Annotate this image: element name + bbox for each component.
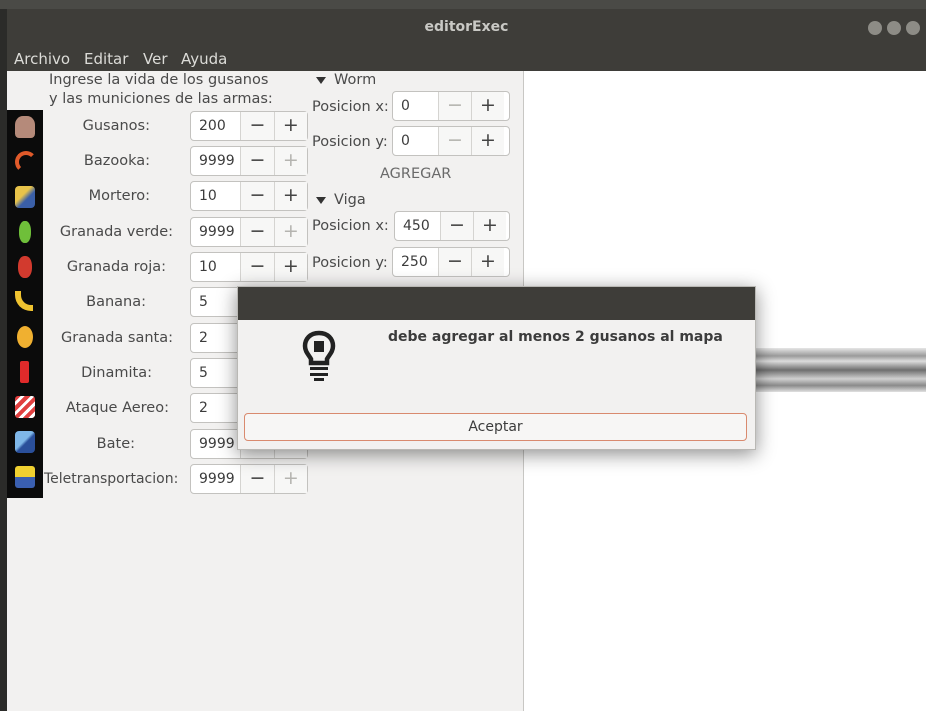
window-titlebar[interactable]: editorExec (7, 9, 926, 47)
menu-ayuda[interactable]: Ayuda (181, 50, 227, 68)
weapon-label: Ataque Aereo: (65, 400, 169, 416)
weapon-label: Banana: (86, 294, 146, 310)
worm-pos-x-spinner: 0 − + (392, 91, 510, 121)
viga-pos-x-label: Posicion x: (312, 218, 389, 234)
close-icon[interactable] (906, 21, 920, 35)
mortero-spinner: 10 − + (190, 181, 308, 211)
mortero-value[interactable]: 10 (191, 182, 240, 210)
worm-expander-icon[interactable] (316, 77, 326, 84)
minimize-icon[interactable] (868, 21, 882, 35)
granada-roja-plus-button[interactable]: + (273, 253, 307, 281)
message-dialog: debe agregar al menos 2 gusanos al mapa … (237, 286, 756, 450)
granada-verde-value[interactable]: 9999 (191, 218, 240, 246)
viga-pos-y-plus-button[interactable]: + (471, 248, 504, 276)
weapon-label: Gusanos: (82, 118, 150, 134)
gusanos-plus-button[interactable]: + (273, 112, 307, 140)
viga-pos-y-label: Posicion y: (312, 255, 388, 271)
gusanos-value[interactable]: 200 (191, 112, 240, 140)
granada-verde-plus-button: + (273, 218, 307, 246)
mortero-minus-button[interactable]: − (240, 182, 274, 210)
menu-ver[interactable]: Ver (143, 50, 168, 68)
lightbulb-icon (302, 330, 336, 381)
viga-pos-x-value[interactable]: 450 (395, 212, 440, 240)
worm-pos-x-plus-button[interactable]: + (471, 92, 504, 120)
intro-line-1: Ingrese la vida de los gusanos (49, 72, 269, 88)
agregar-button[interactable]: AGREGAR (380, 166, 451, 182)
teletransportacion-plus-button: + (273, 465, 307, 493)
worm-pos-x-value[interactable]: 0 (393, 92, 438, 120)
window-title: editorExec (424, 19, 509, 35)
bazooka-value[interactable]: 9999 (191, 147, 240, 175)
granada-roja-minus-button[interactable]: − (240, 253, 274, 281)
intro-line-2: y las municiones de las armas: (49, 91, 273, 107)
accept-button[interactable]: Aceptar (244, 413, 747, 441)
menu-bar: Archivo Editar Ver Ayuda (7, 47, 926, 71)
viga-pos-y-spinner: 250 − + (392, 247, 510, 277)
worm-pos-x-label: Posicion x: (312, 99, 389, 115)
weapon-label: Dinamita: (81, 365, 152, 381)
worm-section-header[interactable]: Worm (334, 72, 376, 88)
ataque-aereo-value[interactable]: 2 (191, 394, 240, 422)
menu-editar[interactable]: Editar (84, 50, 128, 68)
bazooka-spinner: 9999 − + (190, 146, 308, 176)
gusanos-spinner: 200 − + (190, 111, 308, 141)
worm-pos-y-label: Posicion y: (312, 134, 388, 150)
red-grenade-icon (18, 256, 32, 278)
teletransportacion-minus-button[interactable]: − (240, 465, 274, 493)
granada-santa-value[interactable]: 2 (191, 324, 240, 352)
teletransportacion-value[interactable]: 9999 (191, 465, 240, 493)
weapon-label: Granada roja: (66, 259, 166, 275)
gusanos-minus-button[interactable]: − (240, 112, 274, 140)
teleport-icon (15, 466, 35, 488)
granada-verde-minus-button[interactable]: − (240, 218, 274, 246)
teletransportacion-spinner: 9999 − + (190, 464, 308, 494)
worm-pos-x-minus-button: − (438, 92, 471, 120)
weapon-label: Bate: (96, 436, 135, 452)
worm-icon (15, 116, 35, 138)
banana-icon (15, 291, 33, 311)
viga-pos-x-minus-button[interactable]: − (440, 212, 473, 240)
granada-roja-spinner: 10 − + (190, 252, 308, 282)
beam-girder[interactable] (754, 348, 926, 392)
maximize-icon[interactable] (887, 21, 901, 35)
banana-value[interactable]: 5 (191, 288, 240, 316)
weapon-label: Teletransportacion: (44, 471, 179, 487)
worm-pos-y-plus-button[interactable]: + (471, 127, 504, 155)
worm-pos-y-spinner: 0 − + (392, 126, 510, 156)
weapon-icon-strip (7, 110, 43, 498)
weapon-label: Mortero: (88, 188, 150, 204)
dialog-titlebar[interactable] (238, 287, 755, 320)
weapon-label: Bazooka: (83, 153, 150, 169)
viga-pos-y-value[interactable]: 250 (393, 248, 438, 276)
mortero-plus-button[interactable]: + (273, 182, 307, 210)
weapon-label: Granada santa: (61, 330, 173, 346)
baseball-bat-icon (15, 431, 35, 453)
green-grenade-icon (19, 221, 31, 243)
worm-pos-y-value[interactable]: 0 (393, 127, 438, 155)
viga-pos-x-spinner: 450 − + (394, 211, 510, 241)
mortar-icon (15, 186, 35, 208)
viga-pos-y-minus-button[interactable]: − (438, 248, 471, 276)
bate-value[interactable]: 9999 (191, 430, 240, 458)
bazooka-minus-button[interactable]: − (240, 147, 274, 175)
viga-pos-x-plus-button[interactable]: + (473, 212, 506, 240)
weapon-label: Granada verde: (59, 224, 173, 240)
viga-expander-icon[interactable] (316, 197, 326, 204)
worm-pos-y-minus-button: − (438, 127, 471, 155)
menu-archivo[interactable]: Archivo (14, 50, 70, 68)
bazooka-icon (15, 151, 37, 173)
dinamita-value[interactable]: 5 (191, 359, 240, 387)
bazooka-plus-button: + (273, 147, 307, 175)
dynamite-icon (20, 361, 29, 383)
air-strike-icon (15, 396, 35, 418)
viga-section-header[interactable]: Viga (334, 192, 366, 208)
dialog-message: debe agregar al menos 2 gusanos al mapa (388, 329, 723, 345)
desktop-top-strip (0, 0, 926, 9)
granada-verde-spinner: 9999 − + (190, 217, 308, 247)
holy-grenade-icon (17, 326, 33, 348)
granada-roja-value[interactable]: 10 (191, 253, 240, 281)
